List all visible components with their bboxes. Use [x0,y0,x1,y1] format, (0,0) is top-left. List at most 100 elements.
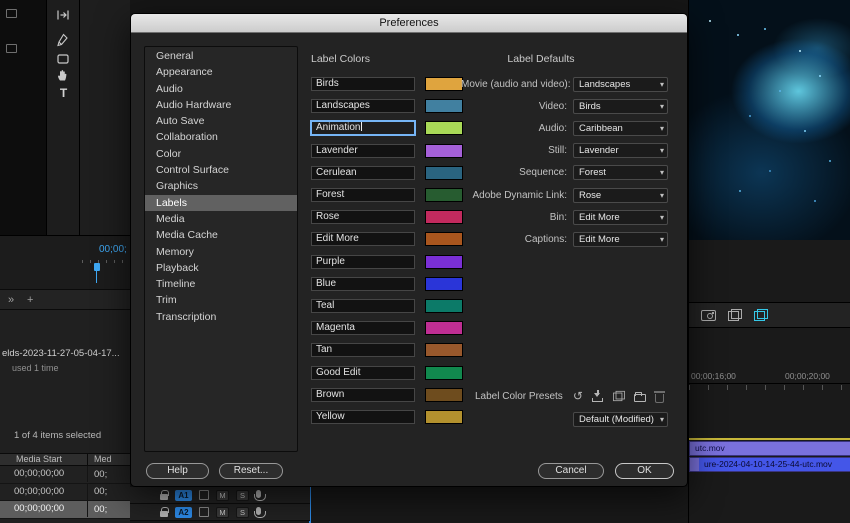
category-item[interactable]: Trim [145,292,297,308]
label-name-field[interactable]: Animation [311,121,415,136]
reset-button[interactable]: Reset... [219,463,283,479]
track-badge[interactable]: A1 [175,489,192,501]
label-name-field[interactable]: Teal [311,298,415,313]
linked-selection-icon[interactable] [728,309,742,321]
label-default-dropdown[interactable]: Caribbean [573,120,668,136]
add-icon[interactable]: + [27,293,33,307]
type-tool-icon[interactable]: T [56,86,71,102]
label-name-field[interactable]: Magenta [311,321,415,336]
table-row[interactable]: 00;00;00;00 00; [0,501,130,519]
cancel-button[interactable]: Cancel [538,463,604,479]
label-default-dropdown[interactable]: Rose [573,187,668,203]
delete-preset-icon[interactable] [654,390,665,403]
label-color-swatch[interactable] [425,409,463,424]
label-default-dropdown[interactable]: Landscapes [573,76,668,92]
panel-tab-icon[interactable] [6,44,17,53]
category-item[interactable]: Media [145,211,297,227]
mic-icon[interactable] [253,490,266,501]
track-sync-icon[interactable] [199,490,209,500]
camera-icon[interactable] [701,309,716,321]
playhead-marker[interactable] [94,263,100,283]
label-name-field[interactable]: Birds [311,77,415,92]
save-preset-icon[interactable] [591,390,603,402]
category-item[interactable]: General [145,48,297,64]
snap-icon[interactable] [754,309,768,321]
label-default-dropdown[interactable]: Edit More [573,231,668,247]
mute-button[interactable]: M [216,489,229,501]
label-color-swatch[interactable] [425,143,463,158]
category-item[interactable]: Transcription [145,309,297,325]
label-name-field[interactable]: Yellow [311,409,415,424]
category-item[interactable]: Labels [145,194,297,211]
label-color-swatch[interactable] [425,210,463,225]
label-name-field[interactable]: Landscapes [311,99,415,114]
category-item[interactable]: Control Surface [145,162,297,178]
label-color-swatch[interactable] [425,121,463,136]
panel-tab-icon[interactable] [6,9,17,18]
column-header[interactable]: Med [88,454,112,465]
label-color-swatch[interactable] [425,232,463,247]
preset-dropdown[interactable]: Default (Modified) [573,412,668,427]
label-default-dropdown[interactable]: Birds [573,98,668,114]
label-color-swatch[interactable] [425,165,463,180]
new-preset-icon[interactable] [612,390,625,402]
category-item[interactable]: Media Cache [145,227,297,243]
track-sync-icon[interactable] [199,507,209,517]
label-color-swatch[interactable] [425,365,463,380]
label-name-field[interactable]: Forest [311,188,415,203]
label-color-swatch[interactable] [425,276,463,291]
label-name-field[interactable]: Rose [311,210,415,225]
label-color-swatch[interactable] [425,188,463,203]
track-badge[interactable]: A2 [175,506,192,518]
pen-tool-icon[interactable] [56,33,71,49]
category-item[interactable]: Appearance [145,64,297,80]
label-name-field[interactable]: Purple [311,254,415,269]
label-name-field[interactable]: Edit More [311,232,415,247]
category-item[interactable]: Graphics [145,178,297,194]
help-button[interactable]: Help [146,463,209,479]
label-color-swatch[interactable] [425,254,463,269]
label-color-swatch[interactable] [425,99,463,114]
label-name-field[interactable]: Cerulean [311,165,415,180]
label-color-swatch[interactable] [425,387,463,402]
label-color-swatch[interactable] [425,298,463,313]
dialog-title[interactable]: Preferences [131,14,687,33]
label-default-dropdown[interactable]: Forest [573,165,668,181]
folder-icon[interactable] [634,391,647,402]
source-timecode[interactable]: 00;00; [99,244,127,255]
category-item[interactable]: Audio [145,81,297,97]
hand-tool-icon[interactable] [56,68,71,84]
lock-icon[interactable] [160,489,169,500]
label-color-swatch[interactable] [425,321,463,336]
category-item[interactable]: Audio Hardware [145,97,297,113]
table-row[interactable]: 00;00;00;00 00; [0,466,130,484]
category-item[interactable]: Color [145,146,297,162]
timeline-clip[interactable]: utc.mov [689,441,850,456]
label-name-field[interactable]: Good Edit [311,365,415,380]
ok-button[interactable]: OK [615,463,674,479]
category-item[interactable]: Playback [145,260,297,276]
rectangle-tool-icon[interactable] [56,52,71,68]
solo-button[interactable]: S [236,506,249,518]
category-item[interactable]: Collaboration [145,129,297,145]
label-color-swatch[interactable] [425,77,463,92]
category-item[interactable]: Memory [145,244,297,260]
label-name-field[interactable]: Blue [311,276,415,291]
table-row[interactable]: 00;00;00;00 00; [0,483,130,502]
mute-button[interactable]: M [216,506,229,518]
track-select-tool-icon[interactable] [56,8,71,24]
collapse-chevrons-icon[interactable]: » [8,293,14,307]
label-name-field[interactable]: Tan [311,343,415,358]
category-item[interactable]: Timeline [145,276,297,292]
mic-icon[interactable] [253,507,266,518]
column-header[interactable]: Media Start [0,454,88,465]
label-name-field[interactable]: Brown [311,387,415,402]
category-item[interactable]: Auto Save [145,113,297,129]
label-name-field[interactable]: Lavender [311,143,415,158]
lock-icon[interactable] [160,506,169,517]
timeline-ruler[interactable]: 00;00;16;00 00;00;20;00 [689,368,850,384]
label-default-dropdown[interactable]: Lavender [573,143,668,159]
clip-name[interactable]: elds-2023-11-27-05-04-17... [2,348,129,359]
timeline-clip[interactable]: ure-2024-04-10-14-25-44-utc.mov [689,457,850,472]
undo-icon[interactable] [573,387,583,405]
